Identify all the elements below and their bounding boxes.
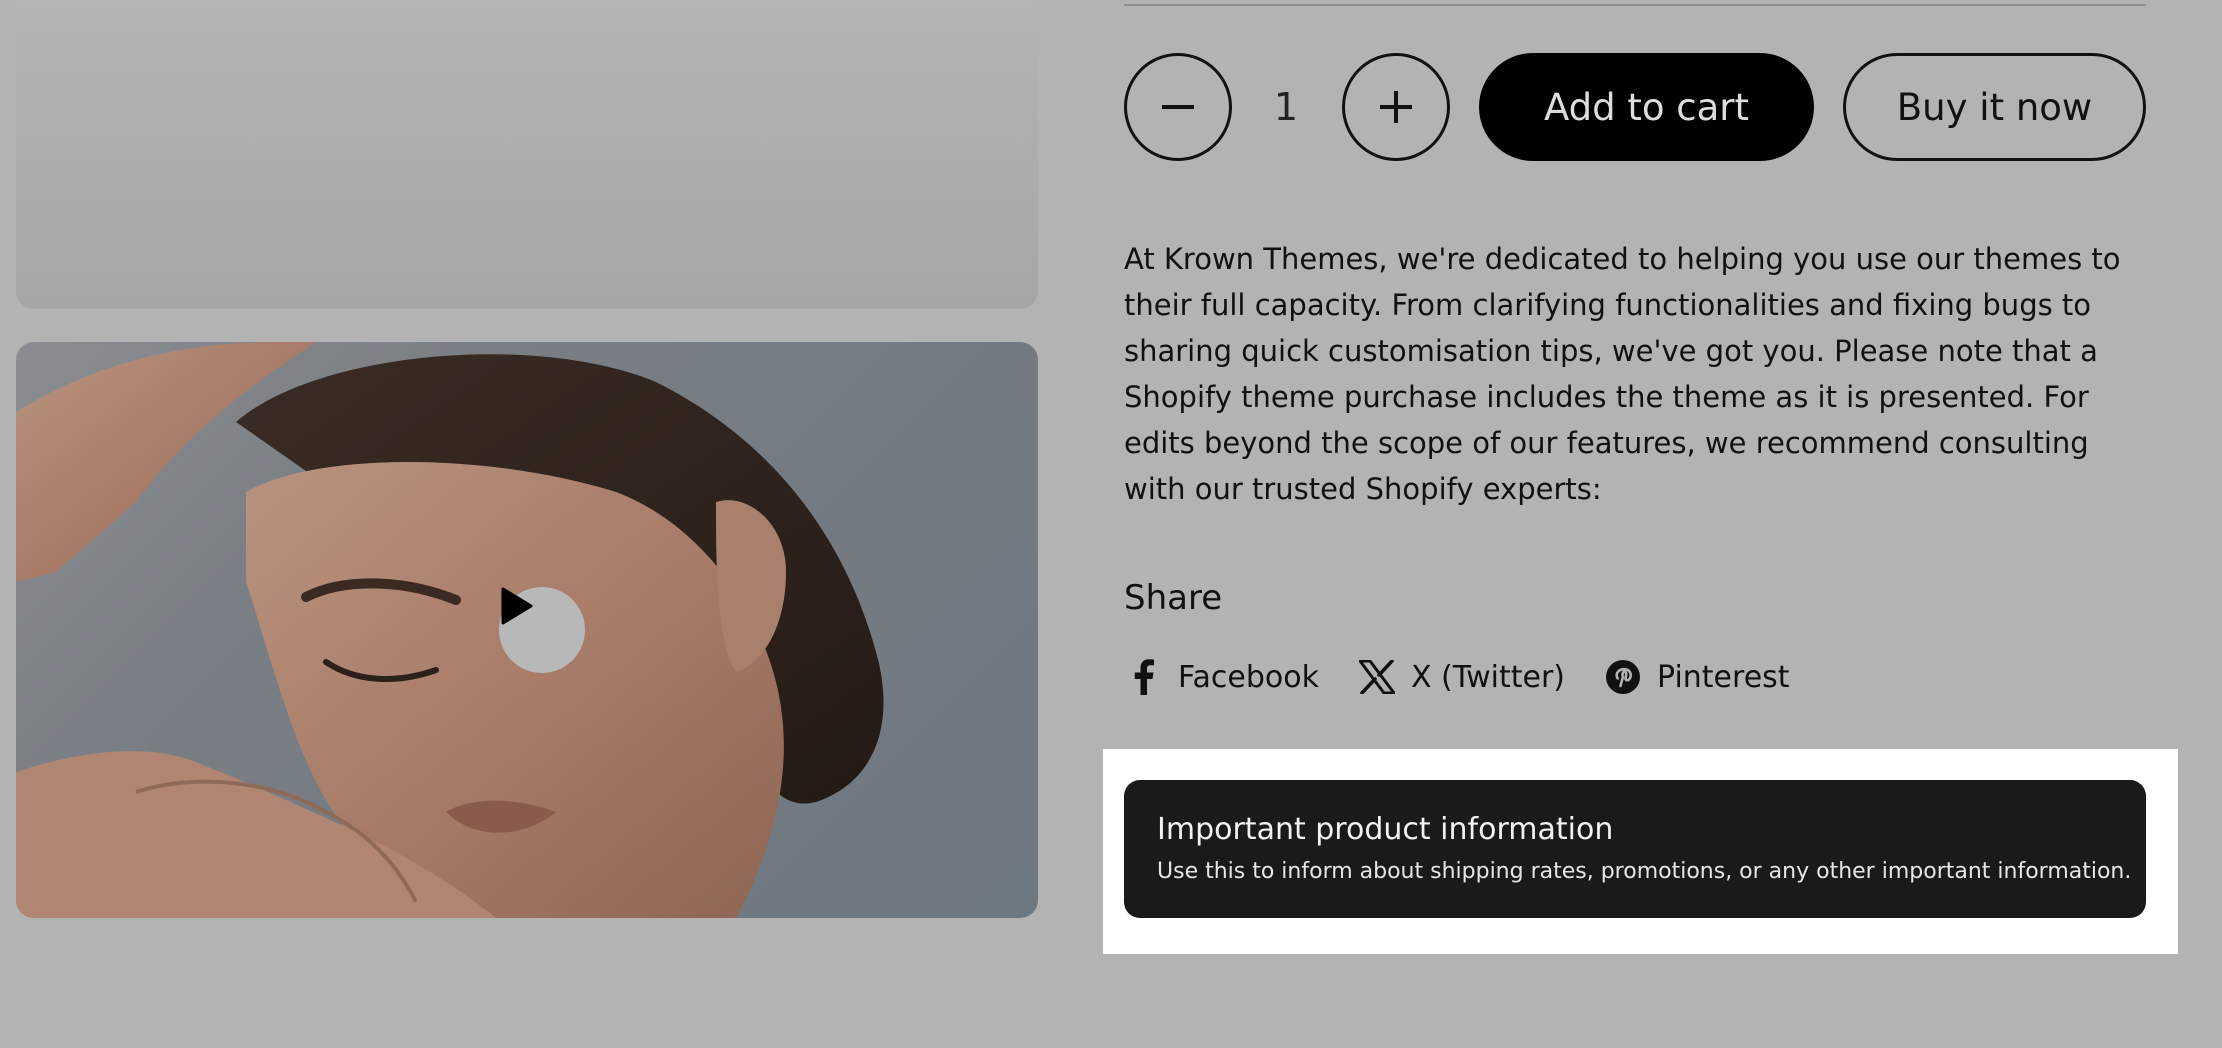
share-x-twitter-label: X (Twitter): [1410, 659, 1566, 695]
quantity-decrease-button[interactable]: [1124, 53, 1232, 161]
share-x-twitter-link[interactable]: X (Twitter): [1357, 657, 1565, 697]
important-info-block: Important product information Use this t…: [1124, 780, 2146, 918]
x-twitter-icon: [1357, 657, 1397, 697]
share-facebook-label: Facebook: [1178, 659, 1319, 695]
play-video-button[interactable]: [499, 587, 585, 673]
minus-icon: [1162, 105, 1194, 109]
quantity-increase-button[interactable]: [1342, 53, 1450, 161]
info-block-title: Important product information: [1157, 812, 1614, 847]
facebook-icon: [1124, 657, 1164, 697]
buy-it-now-button[interactable]: Buy it now: [1843, 53, 2146, 161]
share-heading: Share: [1124, 578, 1223, 618]
plus-icon: [1380, 91, 1412, 123]
share-pinterest-label: Pinterest: [1657, 659, 1790, 695]
section-divider: [1124, 4, 2146, 6]
product-video-thumbnail[interactable]: [16, 342, 1038, 918]
add-to-cart-button[interactable]: Add to cart: [1479, 53, 1814, 161]
pinterest-icon: [1603, 657, 1643, 697]
share-pinterest-link[interactable]: Pinterest: [1603, 657, 1790, 697]
share-links: Facebook X (Twitter) Pinterest: [1124, 653, 1828, 701]
product-description: At Krown Themes, we're dedicated to help…: [1124, 242, 2121, 506]
product-image-top[interactable]: [16, 0, 1038, 309]
info-block-text: Use this to inform about shipping rates,…: [1157, 859, 2132, 884]
share-facebook-link[interactable]: Facebook: [1124, 657, 1319, 697]
quantity-input[interactable]: 1: [1236, 53, 1336, 161]
play-icon: [501, 587, 533, 625]
